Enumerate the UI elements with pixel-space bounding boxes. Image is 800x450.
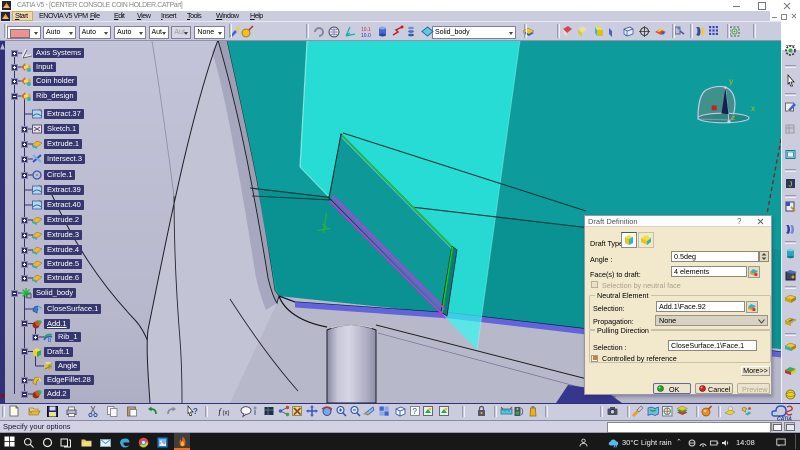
- svg-text:CATIA: CATIA: [777, 417, 792, 422]
- svg-text:J: J: [789, 179, 793, 188]
- svg-text:b: b: [48, 338, 52, 343]
- svg-text:10.0: 10.0: [361, 33, 371, 38]
- svg-text:z: z: [732, 113, 736, 122]
